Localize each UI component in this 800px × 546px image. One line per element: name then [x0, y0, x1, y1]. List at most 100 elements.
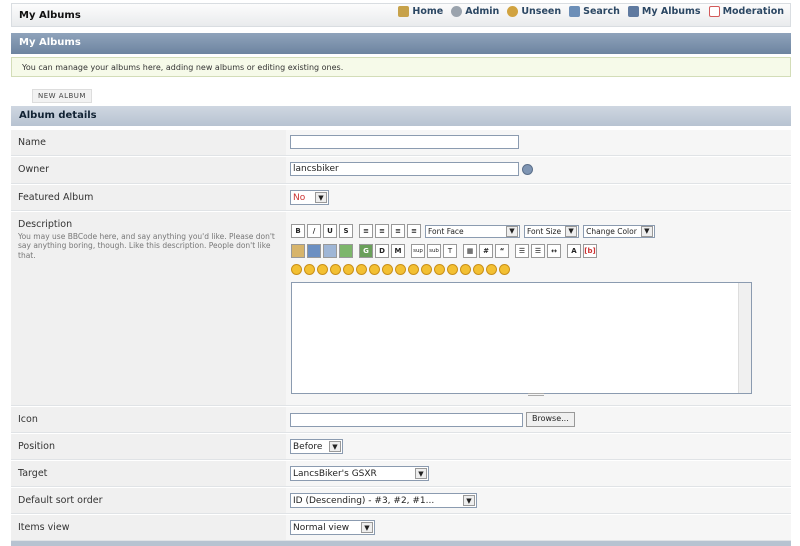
chevron-down-icon: ▼ [640, 225, 653, 237]
code-icon[interactable]: # [479, 244, 493, 258]
nav-unseen[interactable]: Unseen [507, 6, 561, 17]
sub-button[interactable]: sub [427, 244, 441, 258]
smiley-icon[interactable] [343, 264, 354, 275]
name-label: Name [11, 130, 286, 155]
description-editor: B / U S ≡ ≡ ≡ ≡ Font Face ▼ Font Size ▼ Ch… [286, 212, 791, 405]
banner-title: My Albums [11, 33, 791, 54]
view-select[interactable]: Normal view ▼ [290, 520, 375, 535]
home-icon [398, 6, 410, 17]
smiley-icon[interactable] [304, 264, 315, 275]
toolbar-row-1: B / U S ≡ ≡ ≡ ≡ Font Face ▼ Font Size ▼ Ch… [291, 223, 787, 239]
nav-home[interactable]: Home [398, 6, 443, 17]
teletype-icon[interactable]: T [443, 244, 457, 258]
smiley-icon[interactable] [317, 264, 328, 275]
browse-button[interactable]: Browse... [526, 412, 575, 427]
new-album-button[interactable]: NEW ALBUM [32, 89, 92, 103]
align-right-button[interactable]: ≡ [391, 224, 405, 238]
position-select[interactable]: Before ▼ [290, 439, 343, 454]
font-face-value: Font Face [428, 226, 464, 236]
align-left-button[interactable]: ≡ [359, 224, 373, 238]
nav-moderation[interactable]: Moderation [708, 6, 784, 17]
justify-button[interactable]: ≡ [407, 224, 421, 238]
image-icon[interactable] [291, 244, 305, 258]
shadow-icon[interactable]: D [375, 244, 389, 258]
nav-admin[interactable]: Admin [451, 6, 499, 17]
resize-handle[interactable] [528, 393, 544, 396]
featured-value: No [293, 192, 306, 203]
font-size-select[interactable]: Font Size ▼ [524, 224, 580, 238]
smiley-icon[interactable] [408, 264, 419, 275]
underline-button[interactable]: U [323, 224, 337, 238]
description-textarea[interactable] [291, 282, 752, 396]
smiley-icon[interactable] [473, 264, 484, 275]
globe-icon[interactable] [307, 244, 321, 258]
ordered-list-icon[interactable]: ☰ [531, 244, 545, 258]
row-icon: Icon Browse... [11, 407, 791, 433]
search-icon [569, 6, 581, 17]
moderation-icon [708, 6, 720, 17]
icon-label: Icon [11, 407, 286, 432]
name-input[interactable] [290, 135, 519, 149]
remove-format-icon[interactable]: A [567, 244, 581, 258]
color-select[interactable]: Change Color ▼ [583, 224, 655, 238]
description-help: You may use BBCode here, and say anythin… [18, 232, 275, 260]
section-header: Album details [11, 106, 791, 126]
smiley-icon[interactable] [330, 264, 341, 275]
target-label: Target [11, 461, 286, 486]
smiley-icon[interactable] [356, 264, 367, 275]
horizontal-rule-icon[interactable]: ↔ [547, 244, 561, 258]
sup-button[interactable]: sup [411, 244, 425, 258]
featured-label: Featured Album [11, 185, 286, 210]
bold-button[interactable]: B [291, 224, 305, 238]
albums-icon [627, 6, 639, 17]
view-value: Normal view [293, 522, 350, 533]
sort-label: Default sort order [11, 488, 286, 513]
chevron-down-icon: ▼ [329, 441, 341, 452]
link-icon[interactable] [323, 244, 337, 258]
icon-file-input[interactable] [290, 412, 523, 427]
info-icon[interactable] [522, 163, 533, 175]
smiley-icon[interactable] [447, 264, 458, 275]
smiley-icon[interactable] [499, 264, 510, 275]
table-icon[interactable]: ▦ [463, 244, 477, 258]
smiley-icon[interactable] [382, 264, 393, 275]
smiley-icon[interactable] [395, 264, 406, 275]
owner-input[interactable]: lancsbiker [290, 162, 519, 176]
nav-search[interactable]: Search [569, 6, 620, 17]
list-icon[interactable]: ☰ [515, 244, 529, 258]
strike-button[interactable]: S [339, 224, 353, 238]
smiley-icon[interactable] [460, 264, 471, 275]
toolbar-row-2: G D M sup sub T ▦ # “ ☰ ☰ ↔ A [b] [291, 243, 787, 259]
smiley-icon[interactable] [486, 264, 497, 275]
top-nav: Home Admin Unseen Search My Albums Moder… [398, 6, 784, 17]
toggle-view-icon[interactable]: [b] [583, 244, 597, 258]
row-owner: Owner lancsbiker [11, 157, 791, 184]
owner-label: Owner [11, 157, 286, 183]
chevron-down-icon: ▼ [463, 495, 475, 506]
description-label-cell: Description You may use BBCode here, and… [11, 212, 286, 405]
chevron-down-icon: ▼ [506, 225, 518, 237]
glow-icon[interactable]: G [359, 244, 373, 258]
target-select[interactable]: LancsBiker's GSXR ▼ [290, 466, 429, 481]
quote-icon[interactable]: “ [495, 244, 509, 258]
smiley-icon[interactable] [369, 264, 380, 275]
sort-select[interactable]: ID (Descending) - #3, #2, #1... ▼ [290, 493, 477, 508]
color-value: Change Color [586, 226, 637, 236]
smiley-icon[interactable] [291, 264, 302, 275]
description-label: Description [18, 219, 73, 230]
chevron-down-icon: ▼ [565, 225, 578, 237]
nav-search-label: Search [583, 6, 620, 17]
featured-select[interactable]: No ▼ [290, 190, 329, 205]
smiley-icon[interactable] [434, 264, 445, 275]
scrollbar[interactable] [738, 283, 751, 393]
nav-my-albums[interactable]: My Albums [627, 6, 701, 17]
row-name: Name [11, 130, 791, 156]
align-center-button[interactable]: ≡ [375, 224, 389, 238]
email-icon[interactable] [339, 244, 353, 258]
smiley-icon[interactable] [421, 264, 432, 275]
font-face-select[interactable]: Font Face ▼ [425, 224, 520, 238]
marquee-icon[interactable]: M [391, 244, 405, 258]
font-size-value: Font Size [527, 226, 562, 236]
italic-button[interactable]: / [307, 224, 321, 238]
view-label: Items view [11, 515, 286, 540]
